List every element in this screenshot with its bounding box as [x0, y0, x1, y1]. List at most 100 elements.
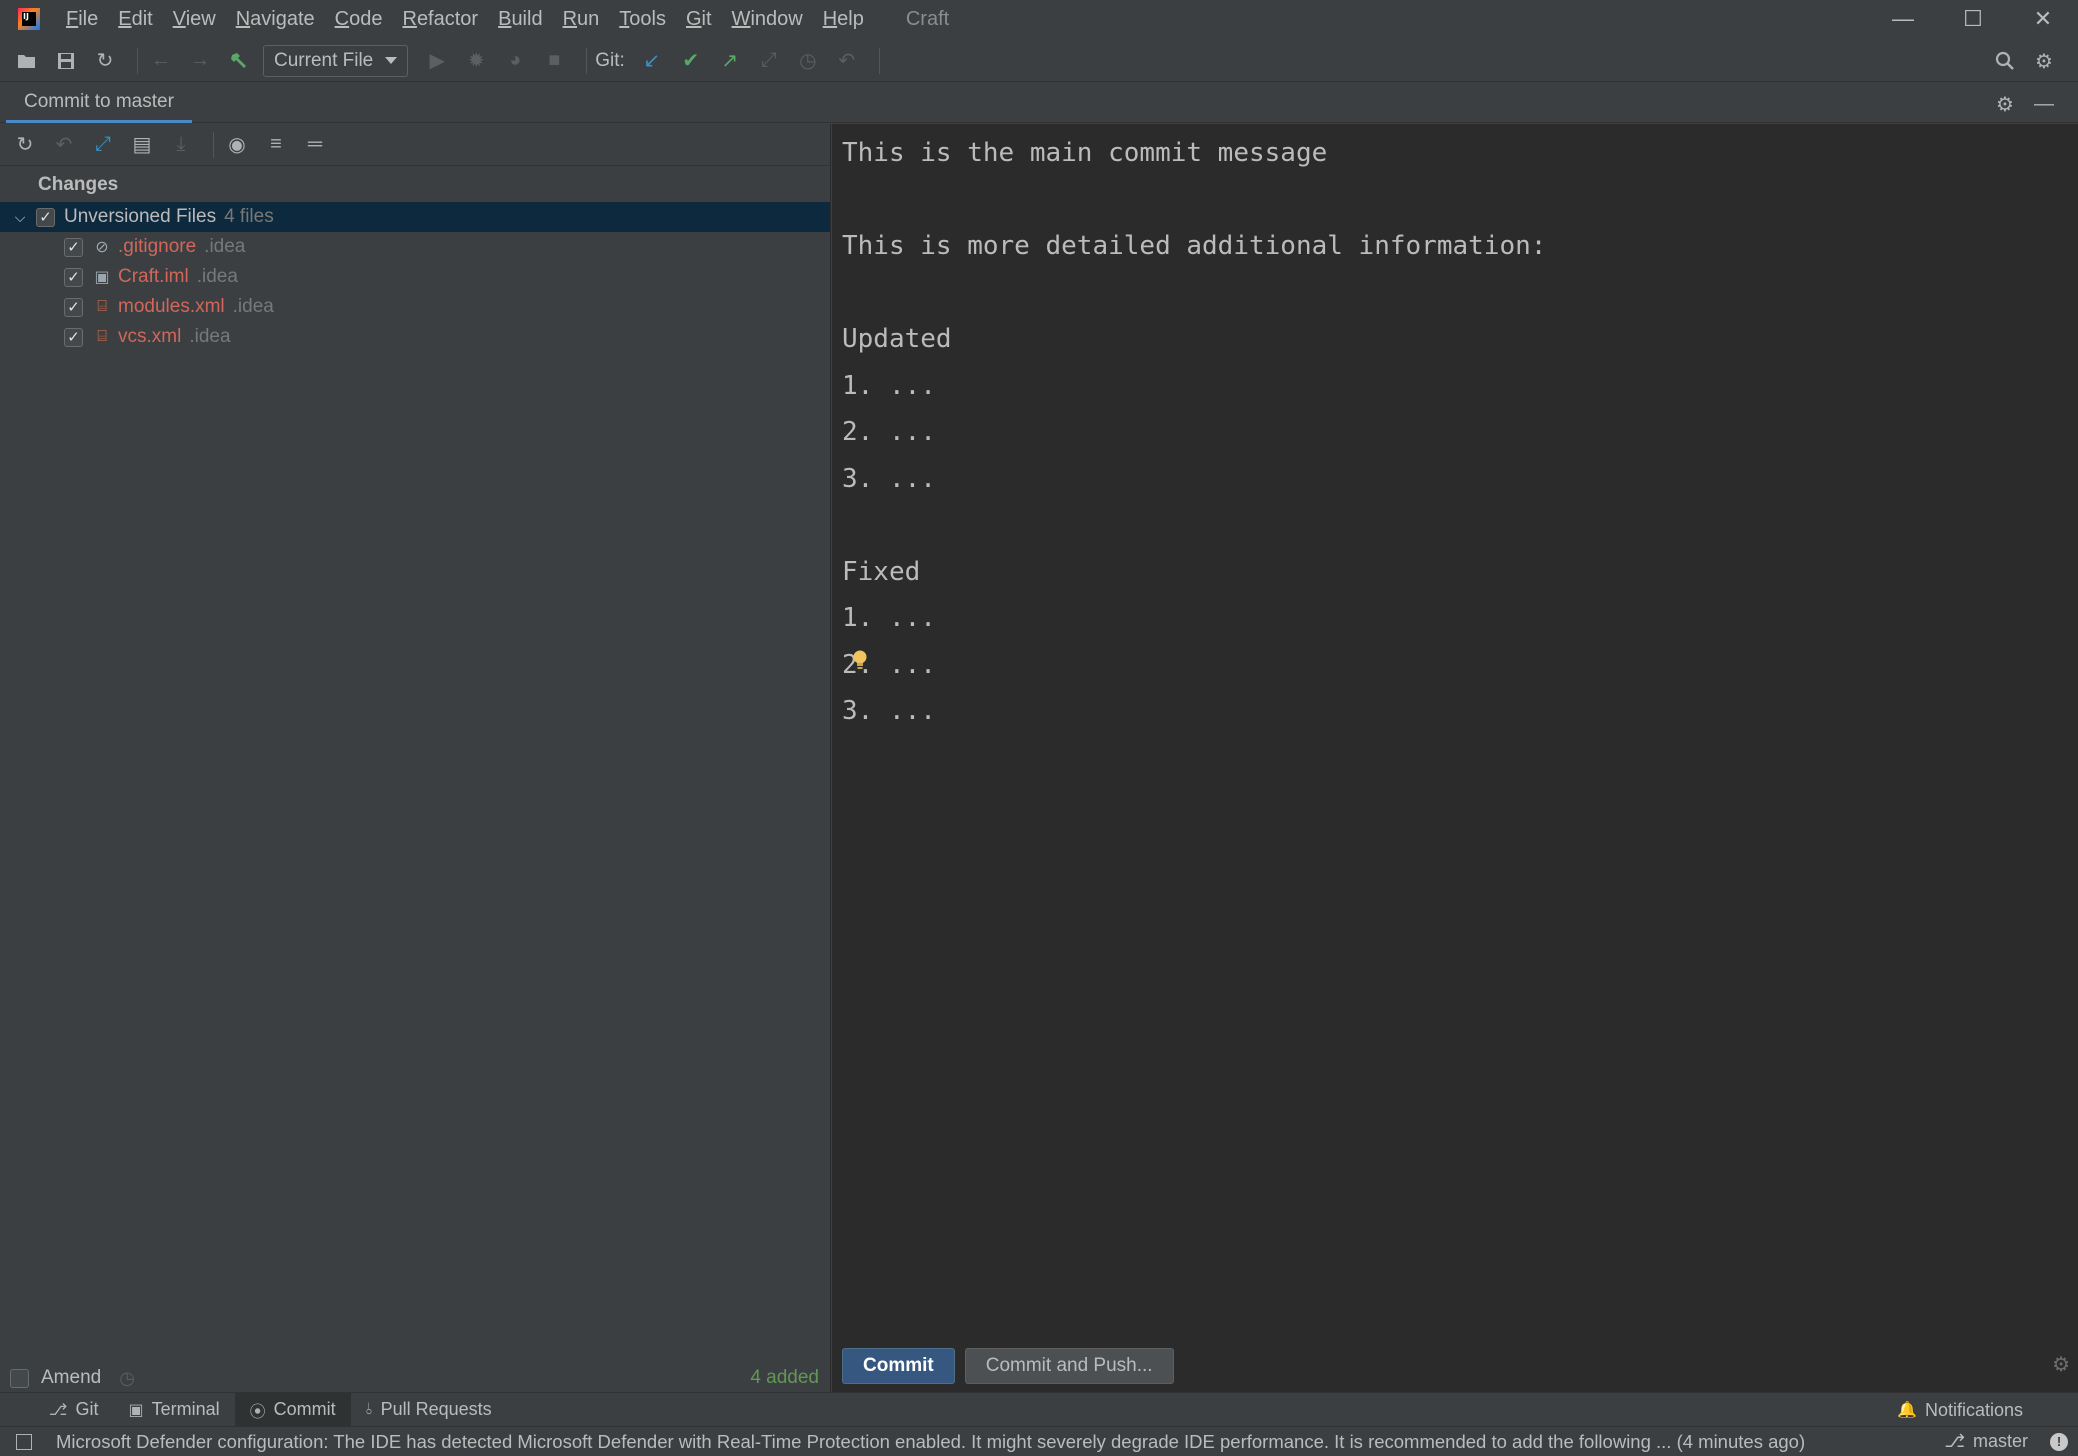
- toggle-tool-windows-icon[interactable]: [16, 1433, 32, 1450]
- git-push-icon[interactable]: ↗: [715, 46, 745, 76]
- tab-git[interactable]: ⎇ Git: [34, 1393, 113, 1427]
- amend-label[interactable]: Amend: [41, 1367, 101, 1389]
- rollback-icon[interactable]: ↶: [832, 46, 862, 76]
- list-item[interactable]: ✓ ⌸ modules.xml .idea: [0, 292, 830, 322]
- message-line: 2. ...: [842, 417, 936, 447]
- file-dir: .idea: [204, 236, 246, 257]
- project-name: Craft: [905, 7, 950, 30]
- bottom-tool-tabs: ⎇ Git ▣ Terminal ⦿ Commit ⫰ Pull Request…: [0, 1392, 2078, 1427]
- save-icon[interactable]: [51, 46, 81, 76]
- branch-icon: ⎇: [1944, 1431, 1965, 1451]
- debug-icon[interactable]: ✹: [461, 46, 491, 76]
- commit-and-push-button[interactable]: Commit and Push...: [964, 1348, 1174, 1384]
- commit-message-editor[interactable]: This is the main commit message This is …: [832, 124, 2078, 1392]
- tab-notifications[interactable]: 🔔 Notifications: [1882, 1393, 2038, 1427]
- message-line: Updated: [842, 324, 952, 354]
- changelist-icon[interactable]: ▤: [127, 130, 157, 160]
- tab-label: Git: [75, 1399, 99, 1419]
- intellij-logo-icon[interactable]: IJ: [18, 8, 40, 30]
- maximize-button[interactable]: ☐: [1938, 0, 2008, 38]
- minimize-button[interactable]: —: [1868, 0, 1938, 38]
- close-button[interactable]: ✕: [2008, 0, 2078, 38]
- menu-help[interactable]: Help: [823, 8, 864, 31]
- eye-icon[interactable]: ◉: [222, 130, 252, 160]
- commit-tool-window-header: Commit to master ⚙ —: [0, 83, 2078, 123]
- alert-icon[interactable]: !: [2050, 1432, 2068, 1451]
- status-message[interactable]: Microsoft Defender configuration: The ID…: [56, 1431, 1894, 1453]
- menu-refactor[interactable]: Refactor: [402, 8, 478, 31]
- menu-build[interactable]: Build: [498, 8, 542, 31]
- list-item[interactable]: ✓ ⌸ vcs.xml .idea: [0, 322, 830, 352]
- arrow-left-icon[interactable]: ←: [146, 46, 176, 76]
- sync-icon[interactable]: ↻: [90, 46, 120, 76]
- collapse-all-icon[interactable]: ═: [300, 130, 330, 160]
- folder-open-icon[interactable]: [12, 46, 42, 76]
- group-name: Unversioned Files: [64, 206, 217, 227]
- arrow-right-icon[interactable]: →: [185, 46, 215, 76]
- shelve-icon[interactable]: ⤓: [166, 130, 196, 160]
- history-icon[interactable]: ◷: [119, 1368, 135, 1389]
- amend-checkbox[interactable]: [10, 1368, 29, 1388]
- hammer-icon[interactable]: [224, 46, 254, 76]
- file-checkbox[interactable]: ✓: [64, 327, 83, 347]
- tab-pull-requests[interactable]: ⫰ Pull Requests: [351, 1393, 507, 1427]
- run-icon[interactable]: ▶: [422, 46, 452, 76]
- commit-message-text[interactable]: This is the main commit message This is …: [842, 130, 1546, 735]
- menu-edit[interactable]: Edit: [118, 8, 152, 31]
- git-compare-icon[interactable]: ⤢: [754, 46, 784, 76]
- commit-button[interactable]: Commit: [842, 1348, 955, 1384]
- menu-navigate[interactable]: Navigate: [236, 8, 315, 31]
- menu-git[interactable]: Git: [686, 8, 712, 31]
- coverage-icon[interactable]: ◕: [500, 46, 530, 76]
- history-icon[interactable]: ◷: [793, 46, 823, 76]
- tree-group-unversioned-files[interactable]: ⌵ ✓ Unversioned Files 4 files: [0, 202, 830, 232]
- file-checkbox[interactable]: ✓: [64, 237, 83, 257]
- message-line: 3. ...: [842, 463, 936, 494]
- branch-icon: ⎇: [49, 1401, 68, 1419]
- list-item[interactable]: ✓ ▣ Craft.iml .idea: [0, 262, 830, 292]
- menu-file[interactable]: File: [66, 8, 98, 31]
- group-checkbox[interactable]: ✓: [36, 207, 55, 227]
- message-line: [842, 177, 1546, 224]
- tab-terminal[interactable]: ▣ Terminal: [113, 1393, 234, 1427]
- rollback-icon[interactable]: ↶: [49, 130, 79, 160]
- menu-view[interactable]: View: [173, 8, 216, 31]
- file-dir: .idea: [232, 296, 274, 317]
- menu-window[interactable]: Window: [732, 8, 803, 31]
- hide-icon[interactable]: —: [2029, 89, 2059, 119]
- menu-run[interactable]: Run: [563, 8, 600, 31]
- file-checkbox[interactable]: ✓: [64, 267, 83, 287]
- git-commit-icon[interactable]: ✔: [676, 46, 706, 76]
- menu-code[interactable]: Code: [335, 8, 383, 31]
- iml-file-icon: ▣: [94, 269, 110, 286]
- run-configuration-select[interactable]: Current File: [263, 44, 409, 77]
- file-checkbox[interactable]: ✓: [64, 297, 83, 317]
- gitignore-file-icon: ⊘: [95, 239, 109, 256]
- show-diff-icon[interactable]: ⤢: [88, 130, 118, 160]
- toolbar-separator: [137, 47, 138, 74]
- git-update-icon[interactable]: ↙: [637, 46, 667, 76]
- tool-window-actions: ⚙ —: [1990, 89, 2068, 119]
- gear-icon[interactable]: ⚙: [1990, 89, 2020, 119]
- tab-label: Pull Requests: [380, 1399, 492, 1419]
- menu-tools[interactable]: Tools: [619, 8, 666, 31]
- chevron-down-icon[interactable]: ⌵: [10, 209, 30, 226]
- main-toolbar: ↻ ← → Current File ▶ ✹ ◕ ■ Git: ↙ ✔ ↗ ⤢ …: [0, 40, 2078, 82]
- expand-all-icon[interactable]: ≡: [261, 130, 291, 160]
- file-name: .gitignore: [118, 236, 197, 257]
- git-branch-widget[interactable]: ⎇ master: [1944, 1431, 2028, 1452]
- list-item[interactable]: ✓ ⊘ .gitignore .idea: [0, 232, 830, 262]
- commit-icon: ⦿: [249, 1403, 266, 1421]
- settings-icon[interactable]: ⚙: [2029, 46, 2059, 76]
- branch-name: master: [1972, 1431, 2028, 1451]
- tab-commit[interactable]: ⦿ Commit: [234, 1392, 351, 1427]
- refresh-icon[interactable]: ↻: [10, 130, 40, 160]
- stop-icon[interactable]: ■: [539, 46, 569, 76]
- message-line: [842, 502, 1546, 549]
- tab-commit-to-master[interactable]: Commit to master: [6, 83, 192, 123]
- commit-options-gear-icon[interactable]: ⚙: [2052, 1352, 2070, 1377]
- search-icon[interactable]: [1990, 46, 2020, 76]
- commit-toolbar: ↻ ↶ ⤢ ▤ ⤓ ◉ ≡ ═: [0, 124, 830, 166]
- lightbulb-icon[interactable]: [852, 649, 868, 671]
- toolbar-separator: [213, 131, 214, 158]
